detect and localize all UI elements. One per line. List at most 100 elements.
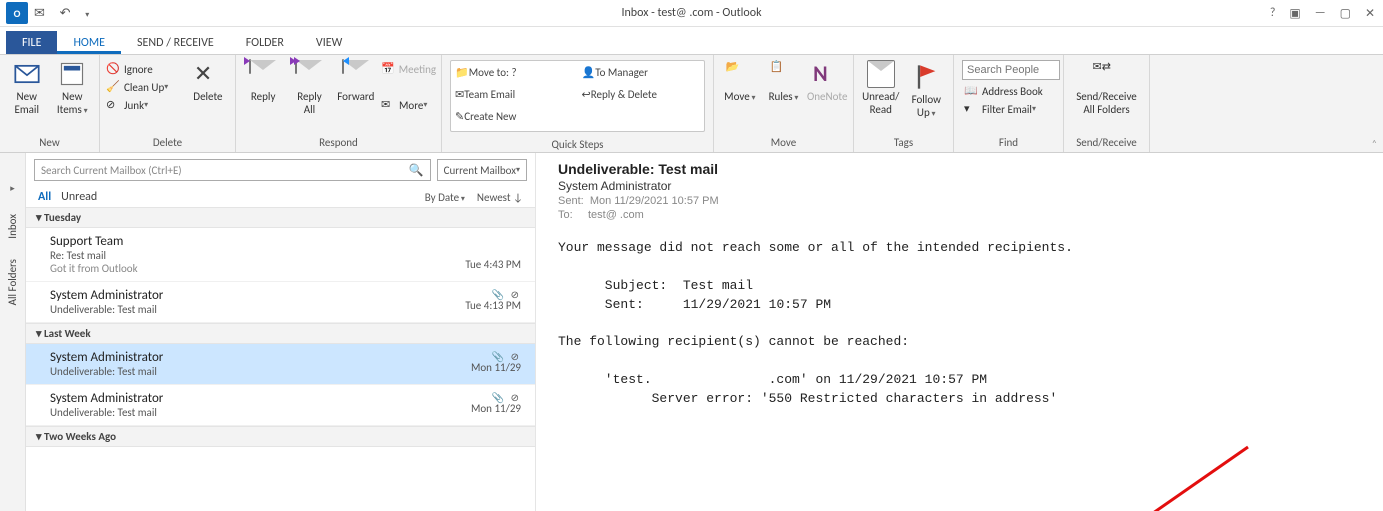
message-subject: Undeliverable: Test mail [50, 303, 521, 316]
date-separator[interactable]: ▾ Tuesday [26, 207, 535, 228]
group-label-respond: Respond [236, 135, 441, 152]
quickstep-reply-delete[interactable]: ↩Reply & Delete [578, 83, 703, 105]
address-book-button[interactable]: 📖Address Book [962, 82, 1060, 100]
tab-view[interactable]: VIEW [300, 31, 358, 54]
group-label-tags: Tags [854, 135, 953, 152]
search-scope-dropdown[interactable]: Current Mailbox [437, 159, 527, 181]
folder-icon: 📂 [726, 60, 754, 88]
quickstep-moveto[interactable]: 📁Move to: ? [451, 61, 576, 83]
send-receive-icon: ✉⇄ [1093, 60, 1121, 88]
flag-icon [912, 63, 940, 91]
quickstep-to-manager[interactable]: 👤To Manager [578, 61, 703, 83]
date-separator[interactable]: ▾ Last Week [26, 323, 535, 344]
ribbon: New Email New Items New 🚫Ignore 🧹Clean U… [0, 55, 1383, 153]
junk-button[interactable]: ⊘Junk [104, 96, 185, 114]
reply-all-button[interactable]: Reply All [286, 58, 332, 118]
annotation-arrow-icon [1098, 443, 1258, 511]
reading-pane: Undeliverable: Test mail System Administ… [536, 153, 1383, 511]
ignore-icon: 🚫 [106, 62, 120, 76]
message-from: System Administrator [50, 350, 521, 365]
reply-icon [249, 60, 277, 88]
sort-by-date[interactable]: By Date [425, 191, 465, 204]
message-item[interactable]: Support Team Re: Test mail Got it from O… [26, 228, 535, 282]
quick-access-toolbar[interactable]: ✉ ↶ [28, 6, 95, 21]
close-icon[interactable]: ✕ [1365, 6, 1375, 21]
new-email-button[interactable]: New Email [4, 58, 50, 118]
expand-rail-icon[interactable]: ▸ [10, 183, 15, 194]
filter-unread[interactable]: Unread [61, 190, 97, 204]
cleanup-button[interactable]: 🧹Clean Up [104, 78, 185, 96]
help-icon[interactable]: ? [1270, 6, 1276, 21]
delete-button[interactable]: ✕ Delete [185, 58, 231, 105]
mail-icon [13, 60, 41, 88]
reading-sent: Mon 11/29/2021 10:57 PM [590, 195, 719, 207]
group-label-sendreceive: Send/Receive [1064, 135, 1149, 152]
rules-button[interactable]: 📋Rules [762, 58, 806, 105]
reading-to: test@ .com [588, 209, 644, 221]
message-from: Support Team [50, 234, 521, 249]
tab-send-receive[interactable]: SEND / RECEIVE [121, 31, 230, 54]
follow-up-button[interactable]: Follow Up [904, 58, 950, 121]
tab-folder[interactable]: FOLDER [230, 31, 300, 54]
rail-all-folders[interactable]: All Folders [6, 259, 19, 305]
funnel-icon: ▾ [964, 102, 978, 116]
undo-icon[interactable]: ↶ [60, 6, 71, 21]
list-filter-row: All Unread By Date Newest ↓ [26, 187, 535, 207]
titlebar: O ✉ ↶ Inbox - test@ .com - Outlook ? ▣ —… [0, 0, 1383, 27]
message-item[interactable]: 📎 ⊘ System Administrator Undeliverable: … [26, 385, 535, 426]
message-subject: Undeliverable: Test mail [50, 365, 521, 378]
message-item[interactable]: 📎 ⊘ System Administrator Undeliverable: … [26, 344, 535, 385]
reading-subject: Undeliverable: Test mail [558, 161, 1361, 177]
search-mailbox-input[interactable]: Search Current Mailbox (Ctrl+E) 🔍 [34, 159, 431, 181]
minimize-icon[interactable]: — [1315, 6, 1326, 21]
reading-sent-label: Sent: [558, 195, 584, 207]
broom-icon: 🧹 [106, 80, 120, 94]
group-label-move: Move [714, 135, 853, 152]
reply-button[interactable]: Reply [240, 58, 286, 105]
meeting-button[interactable]: 📅Meeting [379, 60, 437, 78]
folder-rail: ▸ Inbox All Folders [0, 153, 26, 511]
junk-icon: ⊘ [106, 98, 120, 112]
new-items-button[interactable]: New Items [50, 58, 96, 118]
qat-customize-icon[interactable] [85, 6, 89, 21]
group-label-quicksteps: Quick Steps [442, 137, 713, 154]
reading-to-label: To: [558, 209, 573, 221]
quickstep-create-new[interactable]: ✎Create New [451, 105, 576, 127]
outlook-logo: O [6, 2, 28, 24]
onenote-icon: N [813, 60, 841, 88]
sort-newest[interactable]: Newest ↓ [477, 191, 523, 204]
message-time: Mon 11/29 [471, 361, 521, 374]
message-subject: Re: Test mail [50, 249, 521, 262]
quickstep-team-email[interactable]: ✉Team Email [451, 83, 576, 105]
search-people-input[interactable] [962, 60, 1060, 80]
tab-file[interactable]: FILE [6, 31, 57, 54]
date-separator[interactable]: ▾ Two Weeks Ago [26, 426, 535, 447]
tab-home[interactable]: HOME [57, 31, 121, 54]
delete-icon: ✕ [194, 60, 222, 88]
search-icon[interactable]: 🔍 [409, 163, 424, 178]
envelope-icon [867, 60, 895, 88]
message-from: System Administrator [50, 288, 521, 303]
more-respond-button[interactable]: ✉More [379, 96, 437, 114]
onenote-button[interactable]: NOneNote [805, 58, 849, 105]
maximize-icon[interactable]: ▢ [1340, 6, 1351, 21]
ribbon-options-icon[interactable]: ▣ [1289, 6, 1300, 21]
rail-inbox[interactable]: Inbox [6, 214, 19, 239]
forward-button[interactable]: Forward [333, 58, 379, 105]
ribbon-tabs: FILE HOME SEND / RECEIVE FOLDER VIEW [0, 27, 1383, 55]
ignore-button[interactable]: 🚫Ignore [104, 60, 185, 78]
group-label-new: New [0, 135, 99, 152]
filter-email-button[interactable]: ▾Filter Email [962, 100, 1060, 118]
message-item[interactable]: 📎 ⊘ System Administrator Undeliverable: … [26, 282, 535, 323]
unread-read-button[interactable]: Unread/ Read [858, 58, 904, 118]
rules-icon: 📋 [770, 60, 798, 88]
calendar-icon: 📅 [381, 62, 395, 76]
group-label-find: Find [954, 135, 1063, 152]
quick-steps-gallery[interactable]: 📁Move to: ? ✉Team Email ✎Create New 👤To … [450, 60, 705, 132]
search-placeholder: Search Current Mailbox (Ctrl+E) [41, 164, 182, 177]
send-receive-all-button[interactable]: ✉⇄ Send/Receive All Folders [1068, 58, 1145, 118]
send-receive-icon[interactable]: ✉ [34, 6, 45, 21]
filter-all[interactable]: All [38, 190, 51, 204]
move-button[interactable]: 📂Move [718, 58, 762, 105]
collapse-ribbon-icon[interactable]: ˄ [1372, 137, 1377, 150]
